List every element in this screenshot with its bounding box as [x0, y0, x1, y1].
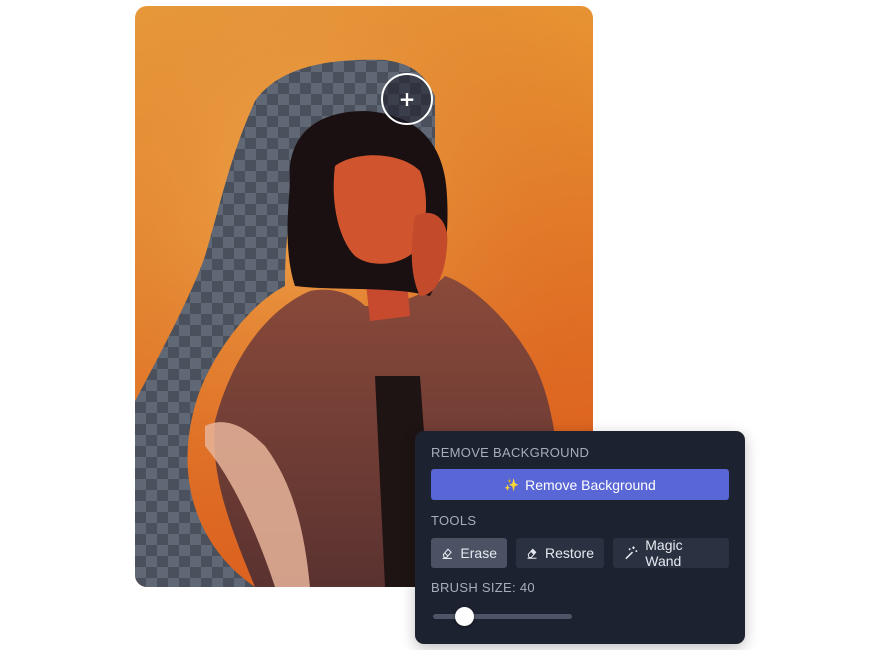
- sparkles-icon: ✨: [504, 477, 520, 492]
- remove-background-label: Remove Background: [525, 476, 656, 493]
- tools-title: TOOLS: [431, 513, 477, 528]
- restore-tool-label: Restore: [544, 545, 594, 561]
- eraser-icon: [442, 548, 452, 559]
- erase-tool-button[interactable]: Erase: [431, 538, 507, 568]
- remove-background-button[interactable]: ✨ Remove Background: [431, 469, 729, 500]
- magic-wand-icon: [625, 546, 638, 560]
- plus-icon: +: [398, 87, 416, 111]
- remove-background-title: REMOVE BACKGROUND: [431, 445, 590, 460]
- magic-wand-tool-button[interactable]: Magic Wand: [613, 537, 729, 569]
- remove-background-panel: REMOVE BACKGROUND ✨ Remove Background TO…: [415, 431, 745, 644]
- magic-wand-tool-label: Magic Wand: [645, 537, 683, 569]
- slider-thumb[interactable]: [455, 607, 474, 626]
- slider-track: [433, 614, 572, 619]
- restore-eraser-icon: [527, 548, 537, 559]
- brush-size-title: BRUSH SIZE: 40: [431, 580, 535, 595]
- restore-tool-button[interactable]: Restore: [516, 538, 604, 568]
- brush-size-slider[interactable]: [431, 607, 572, 626]
- brush-cursor: +: [381, 73, 433, 125]
- tool-row: Erase Restore Magic Wand: [431, 537, 729, 569]
- erase-tool-label: Erase: [460, 545, 497, 561]
